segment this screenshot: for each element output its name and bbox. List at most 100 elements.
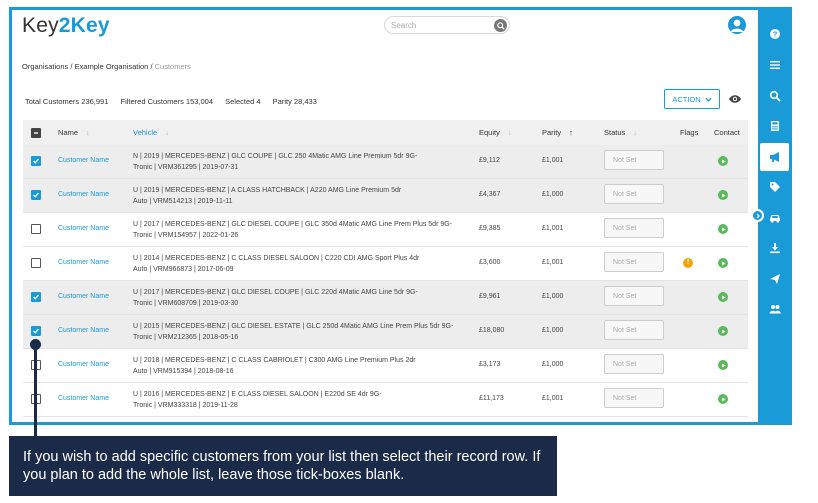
- table-row[interactable]: Customer Name U | 2018 | MERCEDES-BENZ | …: [23, 349, 748, 383]
- filtered-customers: Filtered Customers 153,004: [120, 97, 214, 106]
- table-row[interactable]: Customer Name N | 2019 | MERCEDES-BENZ | …: [23, 145, 748, 179]
- customer-name-link[interactable]: Customer Name: [58, 327, 109, 334]
- contact-play-button[interactable]: [718, 156, 728, 166]
- sidebar-item-help[interactable]: ?: [758, 24, 792, 44]
- callout-pointer-dot: [30, 339, 41, 350]
- logo[interactable]: Key2Key: [22, 14, 110, 38]
- table-body: Customer Name N | 2019 | MERCEDES-BENZ | …: [23, 145, 748, 417]
- row-checkbox[interactable]: [31, 156, 41, 166]
- parity-value: £1,001: [542, 157, 564, 164]
- play-icon: [721, 193, 725, 197]
- column-parity[interactable]: Parity ↑: [542, 128, 573, 137]
- parity-value: £1,001: [542, 395, 564, 402]
- menu-icon: [770, 61, 780, 69]
- sidebar-item-users[interactable]: [758, 299, 792, 319]
- customer-name-link[interactable]: Customer Name: [58, 191, 109, 198]
- table-row[interactable]: Customer Name U | 2014 | MERCEDES-BENZ | …: [23, 247, 748, 281]
- row-checkbox[interactable]: [31, 258, 41, 268]
- parity-value: £1,001: [542, 259, 564, 266]
- megaphone-icon: [769, 152, 779, 162]
- contact-play-button[interactable]: [718, 394, 728, 404]
- column-flags: Flags: [680, 128, 699, 137]
- user-avatar[interactable]: [728, 16, 746, 34]
- tag-icon: [770, 182, 780, 192]
- svg-text:?: ?: [773, 30, 778, 39]
- row-checkbox[interactable]: [31, 190, 41, 200]
- table-header: Name ↓ Vehicle ↓ Equity ↓ Parity ↑ Status ↓ F…: [23, 120, 748, 145]
- sidebar-item-tag[interactable]: [758, 177, 792, 197]
- search-button[interactable]: [494, 19, 507, 32]
- parity-value: £1,000: [542, 191, 564, 198]
- column-equity[interactable]: Equity ↓: [479, 128, 512, 137]
- table-row[interactable]: Customer Name U | 2015 | MERCEDES-BENZ | …: [23, 315, 748, 349]
- breadcrumb-example-organisation[interactable]: Example Organisation: [75, 62, 149, 71]
- select-all-checkbox[interactable]: [31, 128, 41, 138]
- users-icon: [769, 305, 781, 314]
- customer-name-link[interactable]: Customer Name: [58, 259, 109, 266]
- selected-count: Selected 4: [225, 97, 261, 106]
- status-field[interactable]: Not Set: [604, 150, 664, 170]
- sidebar-item-calculator[interactable]: [758, 116, 792, 136]
- table-row[interactable]: Customer Name U | 2019 | MERCEDES-BENZ | …: [23, 179, 748, 213]
- vehicle-line-1: U | 2019 | MERCEDES-BENZ | A CLASS HATCH…: [133, 187, 402, 194]
- breadcrumb-organisations[interactable]: Organisations: [22, 62, 68, 71]
- row-checkbox[interactable]: [31, 292, 41, 302]
- status-field[interactable]: Not Set: [604, 184, 664, 204]
- sidebar-item-megaphone[interactable]: [760, 143, 789, 171]
- vehicle-line-2: Auto | VRM966873 | 2017-06-09: [133, 266, 234, 273]
- contact-play-button[interactable]: [718, 190, 728, 200]
- search-box: [384, 16, 510, 34]
- parity-value: £1,000: [542, 361, 564, 368]
- row-checkbox[interactable]: [31, 326, 41, 336]
- sidebar-toggle[interactable]: [751, 209, 764, 222]
- sidebar-item-download[interactable]: [758, 238, 792, 258]
- contact-play-button[interactable]: [718, 258, 728, 268]
- search-input[interactable]: [391, 19, 487, 32]
- status-field[interactable]: Not Set: [604, 388, 664, 408]
- column-name[interactable]: Name ↓: [58, 128, 90, 137]
- vehicle-line-2: Auto | VRM514213 | 2019-11-11: [133, 198, 233, 205]
- flag-warning-icon[interactable]: !: [683, 258, 693, 268]
- vehicle-details: U | 2014 | MERCEDES-BENZ | C CLASS DIESE…: [133, 253, 463, 275]
- table-row[interactable]: Customer Name U | 2016 | MERCEDES-BENZ | …: [23, 383, 748, 417]
- sidebar-item-menu[interactable]: [758, 55, 792, 75]
- customer-name-link[interactable]: Customer Name: [58, 361, 109, 368]
- breadcrumb: Organisations / Example Organisation / C…: [22, 62, 191, 71]
- contact-play-button[interactable]: [718, 360, 728, 370]
- column-vehicle[interactable]: Vehicle ↓: [133, 128, 169, 137]
- parity-value: £1,000: [542, 327, 564, 334]
- row-checkbox[interactable]: [31, 224, 41, 234]
- status-field[interactable]: Not Set: [604, 252, 664, 272]
- equity-value: £3,600: [479, 259, 501, 266]
- equity-value: £9,385: [479, 225, 501, 232]
- table-row[interactable]: Customer Name U | 2017 | MERCEDES-BENZ | …: [23, 281, 748, 315]
- column-status[interactable]: Status ↓: [604, 128, 637, 137]
- contact-play-button[interactable]: [718, 224, 728, 234]
- instruction-callout: If you wish to add specific customers fr…: [9, 436, 557, 496]
- sidebar-item-search[interactable]: [758, 86, 792, 106]
- total-customers: Total Customers 236,991: [25, 97, 109, 106]
- sort-down-icon: ↓: [507, 128, 512, 137]
- search-icon: [769, 90, 781, 102]
- table-row[interactable]: Customer Name U | 2017 | MERCEDES-BENZ | …: [23, 213, 748, 247]
- sidebar-item-send[interactable]: [758, 269, 792, 289]
- status-field[interactable]: Not Set: [604, 354, 664, 374]
- customer-name-link[interactable]: Customer Name: [58, 395, 109, 402]
- breadcrumb-separator: /: [70, 62, 73, 71]
- contact-play-button[interactable]: [718, 326, 728, 336]
- play-icon: [721, 227, 725, 231]
- customer-name-link[interactable]: Customer Name: [58, 293, 109, 300]
- logo-text-key: Key: [22, 14, 59, 37]
- customer-name-link[interactable]: Customer Name: [58, 157, 109, 164]
- customer-name-link[interactable]: Customer Name: [58, 225, 109, 232]
- play-icon: [721, 295, 725, 299]
- contact-play-button[interactable]: [718, 292, 728, 302]
- status-field[interactable]: Not Set: [604, 218, 664, 238]
- vehicle-details: U | 2015 | MERCEDES-BENZ | GLC DIESEL ES…: [133, 321, 463, 343]
- action-button[interactable]: ACTION: [664, 89, 720, 109]
- play-icon: [721, 329, 725, 333]
- eye-icon[interactable]: [728, 94, 742, 104]
- status-field[interactable]: Not Set: [604, 320, 664, 340]
- status-field[interactable]: Not Set: [604, 286, 664, 306]
- equity-value: £3,173: [479, 361, 501, 368]
